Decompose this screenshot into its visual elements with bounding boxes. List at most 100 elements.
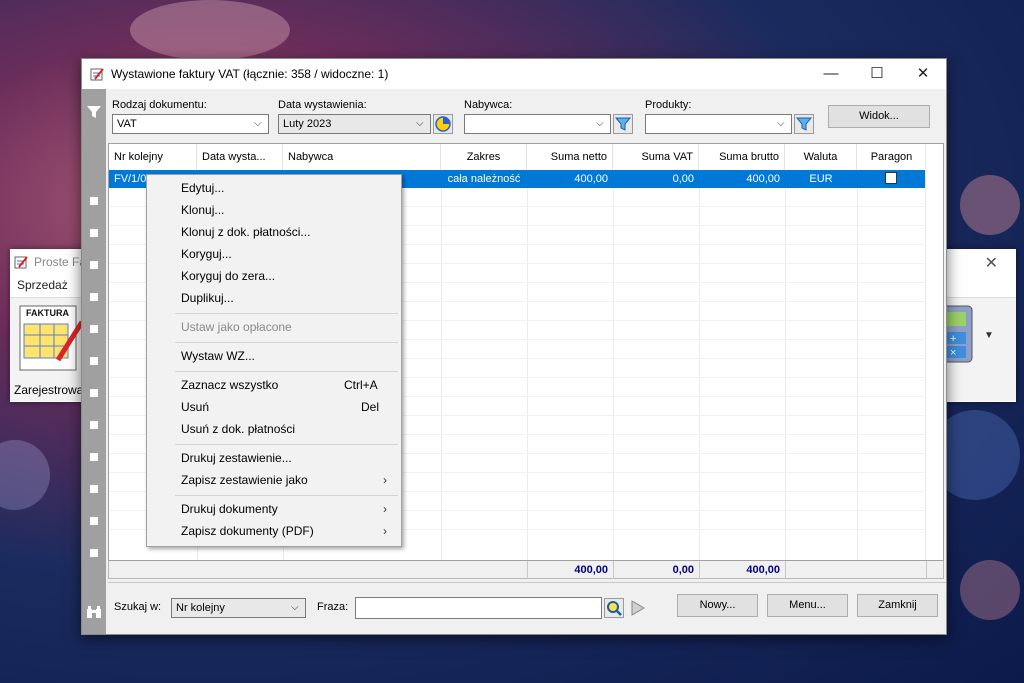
invoice-icon-caption: FAKTURA bbox=[26, 308, 69, 318]
search-in-label: Szukaj w: bbox=[114, 601, 162, 613]
date-range-button[interactable] bbox=[433, 114, 453, 134]
row-marker bbox=[90, 197, 98, 205]
col-header-nr[interactable]: Nr kolejny bbox=[109, 144, 197, 170]
row-marker bbox=[90, 229, 98, 237]
chevron-down-icon: ⌵ bbox=[291, 602, 299, 613]
chevron-down-icon[interactable]: ▼ bbox=[984, 330, 994, 341]
products-label: Produkty: bbox=[645, 99, 692, 111]
row-marker bbox=[90, 357, 98, 365]
left-sidebar bbox=[82, 89, 106, 634]
column-divider bbox=[785, 170, 786, 560]
doc-type-label: Rodzaj dokumentu: bbox=[112, 99, 207, 111]
cell-waluta: EUR bbox=[809, 173, 833, 185]
phrase-input[interactable] bbox=[355, 597, 602, 619]
menu-item-duplicate[interactable]: Duplikuj... bbox=[181, 288, 234, 308]
menu-item-select-all[interactable]: Zaznacz wszystko bbox=[181, 375, 278, 395]
submenu-arrow-icon: › bbox=[383, 524, 387, 538]
column-divider bbox=[857, 170, 858, 560]
search-field-select[interactable]: Nr kolejny ⌵ bbox=[171, 598, 306, 618]
menu-item-correct[interactable]: Koryguj... bbox=[181, 244, 232, 264]
menu-item-mark-paid: Ustaw jako opłacone bbox=[181, 320, 292, 334]
close-icon[interactable]: ✕ bbox=[900, 59, 946, 89]
row-marker bbox=[90, 325, 98, 333]
doc-type-value: VAT bbox=[117, 118, 137, 130]
shortcut-del: Del bbox=[361, 400, 380, 414]
menu-item-clone-with-payment[interactable]: Klonuj z dok. płatności... bbox=[181, 222, 310, 242]
play-arrow-icon bbox=[631, 600, 645, 616]
submenu-arrow-icon: › bbox=[383, 502, 387, 516]
menu-sprzedaz[interactable]: Sprzedaż bbox=[17, 278, 68, 292]
filter-icon[interactable] bbox=[85, 103, 103, 121]
search-field-value: Nr kolejny bbox=[176, 602, 225, 614]
menu-item-save-documents-pdf[interactable]: Zapisz dokumenty (PDF) bbox=[181, 521, 314, 541]
search-next-button[interactable] bbox=[628, 598, 648, 618]
chevron-down-icon: ⌵ bbox=[777, 118, 785, 129]
issue-date-select[interactable]: Luty 2023 ⌵ bbox=[278, 114, 431, 134]
products-select[interactable]: ⌵ bbox=[645, 114, 792, 134]
funnel-icon bbox=[795, 117, 813, 131]
menu-button[interactable]: Menu... bbox=[767, 594, 848, 617]
maximize-icon[interactable]: ☐ bbox=[854, 59, 900, 89]
submenu-arrow-icon: › bbox=[383, 473, 387, 487]
vertical-scrollbar[interactable] bbox=[925, 144, 943, 560]
column-divider bbox=[699, 170, 700, 560]
col-header-netto[interactable]: Suma netto bbox=[527, 144, 613, 170]
close-button[interactable]: Zamknij bbox=[857, 594, 938, 617]
register-label[interactable]: Zarejestrowa bbox=[14, 383, 83, 397]
menu-item-issue-wz[interactable]: Wystaw WZ... bbox=[181, 346, 255, 366]
menu-separator bbox=[175, 371, 398, 372]
menu-item-correct-to-zero[interactable]: Koryguj do zera... bbox=[181, 266, 275, 286]
pie-clock-icon bbox=[435, 116, 451, 132]
buyer-select[interactable]: ⌵ bbox=[464, 114, 611, 134]
chevron-down-icon: ⌵ bbox=[254, 118, 262, 129]
new-button[interactable]: Nowy... bbox=[677, 594, 758, 617]
col-header-zakres[interactable]: Zakres bbox=[441, 144, 527, 170]
col-header-buyer[interactable]: Nabywca bbox=[283, 144, 441, 170]
background-window-title: Proste Fa bbox=[34, 255, 87, 269]
row-marker bbox=[90, 485, 98, 493]
total-brutto: 400,00 bbox=[699, 561, 785, 579]
col-header-paragon[interactable]: Paragon bbox=[857, 144, 927, 170]
col-header-vat[interactable]: Suma VAT bbox=[613, 144, 699, 170]
svg-text:+: + bbox=[950, 333, 956, 345]
bokeh-light bbox=[960, 175, 1020, 235]
app-notepad-icon bbox=[90, 68, 104, 81]
table-header: Nr kolejny Data wysta... Nabywca Zakres … bbox=[109, 144, 943, 171]
paragon-checkbox[interactable] bbox=[885, 172, 897, 184]
cell-zakres: cała należność bbox=[447, 173, 521, 185]
close-icon[interactable]: ✕ bbox=[985, 253, 998, 273]
menu-item-save-summary-as[interactable]: Zapisz zestawienie jako bbox=[181, 470, 308, 490]
menu-item-print-summary[interactable]: Drukuj zestawienie... bbox=[181, 448, 292, 468]
buyer-filter-button[interactable] bbox=[613, 114, 633, 134]
funnel-icon bbox=[614, 117, 632, 131]
search-icon bbox=[607, 601, 622, 616]
window-titlebar[interactable]: Wystawione faktury VAT (łącznie: 358 / w… bbox=[82, 59, 946, 89]
search-button[interactable] bbox=[604, 598, 624, 618]
minimize-icon[interactable]: — bbox=[808, 59, 854, 89]
row-marker bbox=[90, 453, 98, 461]
products-filter-button[interactable] bbox=[794, 114, 814, 134]
view-button[interactable]: Widok... bbox=[828, 105, 930, 128]
bokeh-light bbox=[130, 0, 290, 60]
doc-type-select[interactable]: VAT ⌵ bbox=[112, 114, 269, 134]
menu-separator bbox=[175, 444, 398, 445]
menu-item-edit[interactable]: Edytuj... bbox=[181, 178, 224, 198]
row-marker bbox=[90, 549, 98, 557]
menu-item-clone[interactable]: Klonuj... bbox=[181, 200, 224, 220]
menu-item-delete-from-payment[interactable]: Usuń z dok. płatności bbox=[181, 419, 295, 439]
total-vat: 0,00 bbox=[613, 561, 699, 579]
context-menu: Edytuj... Klonuj... Klonuj z dok. płatno… bbox=[146, 174, 402, 547]
column-divider bbox=[613, 170, 614, 560]
col-header-waluta[interactable]: Waluta bbox=[785, 144, 857, 170]
col-header-brutto[interactable]: Suma brutto bbox=[699, 144, 785, 170]
binoculars-icon[interactable] bbox=[85, 604, 103, 620]
col-header-date[interactable]: Data wysta... bbox=[197, 144, 283, 170]
menu-item-print-documents[interactable]: Drukuj dokumenty bbox=[181, 499, 278, 519]
menu-item-delete[interactable]: Usuń bbox=[181, 397, 209, 417]
invoice-pen-icon[interactable]: FAKTURA bbox=[16, 302, 82, 374]
row-marker bbox=[90, 293, 98, 301]
chevron-down-icon: ⌵ bbox=[596, 118, 604, 129]
column-divider bbox=[527, 170, 528, 560]
bokeh-light bbox=[960, 560, 1020, 620]
bokeh-light bbox=[0, 440, 50, 510]
